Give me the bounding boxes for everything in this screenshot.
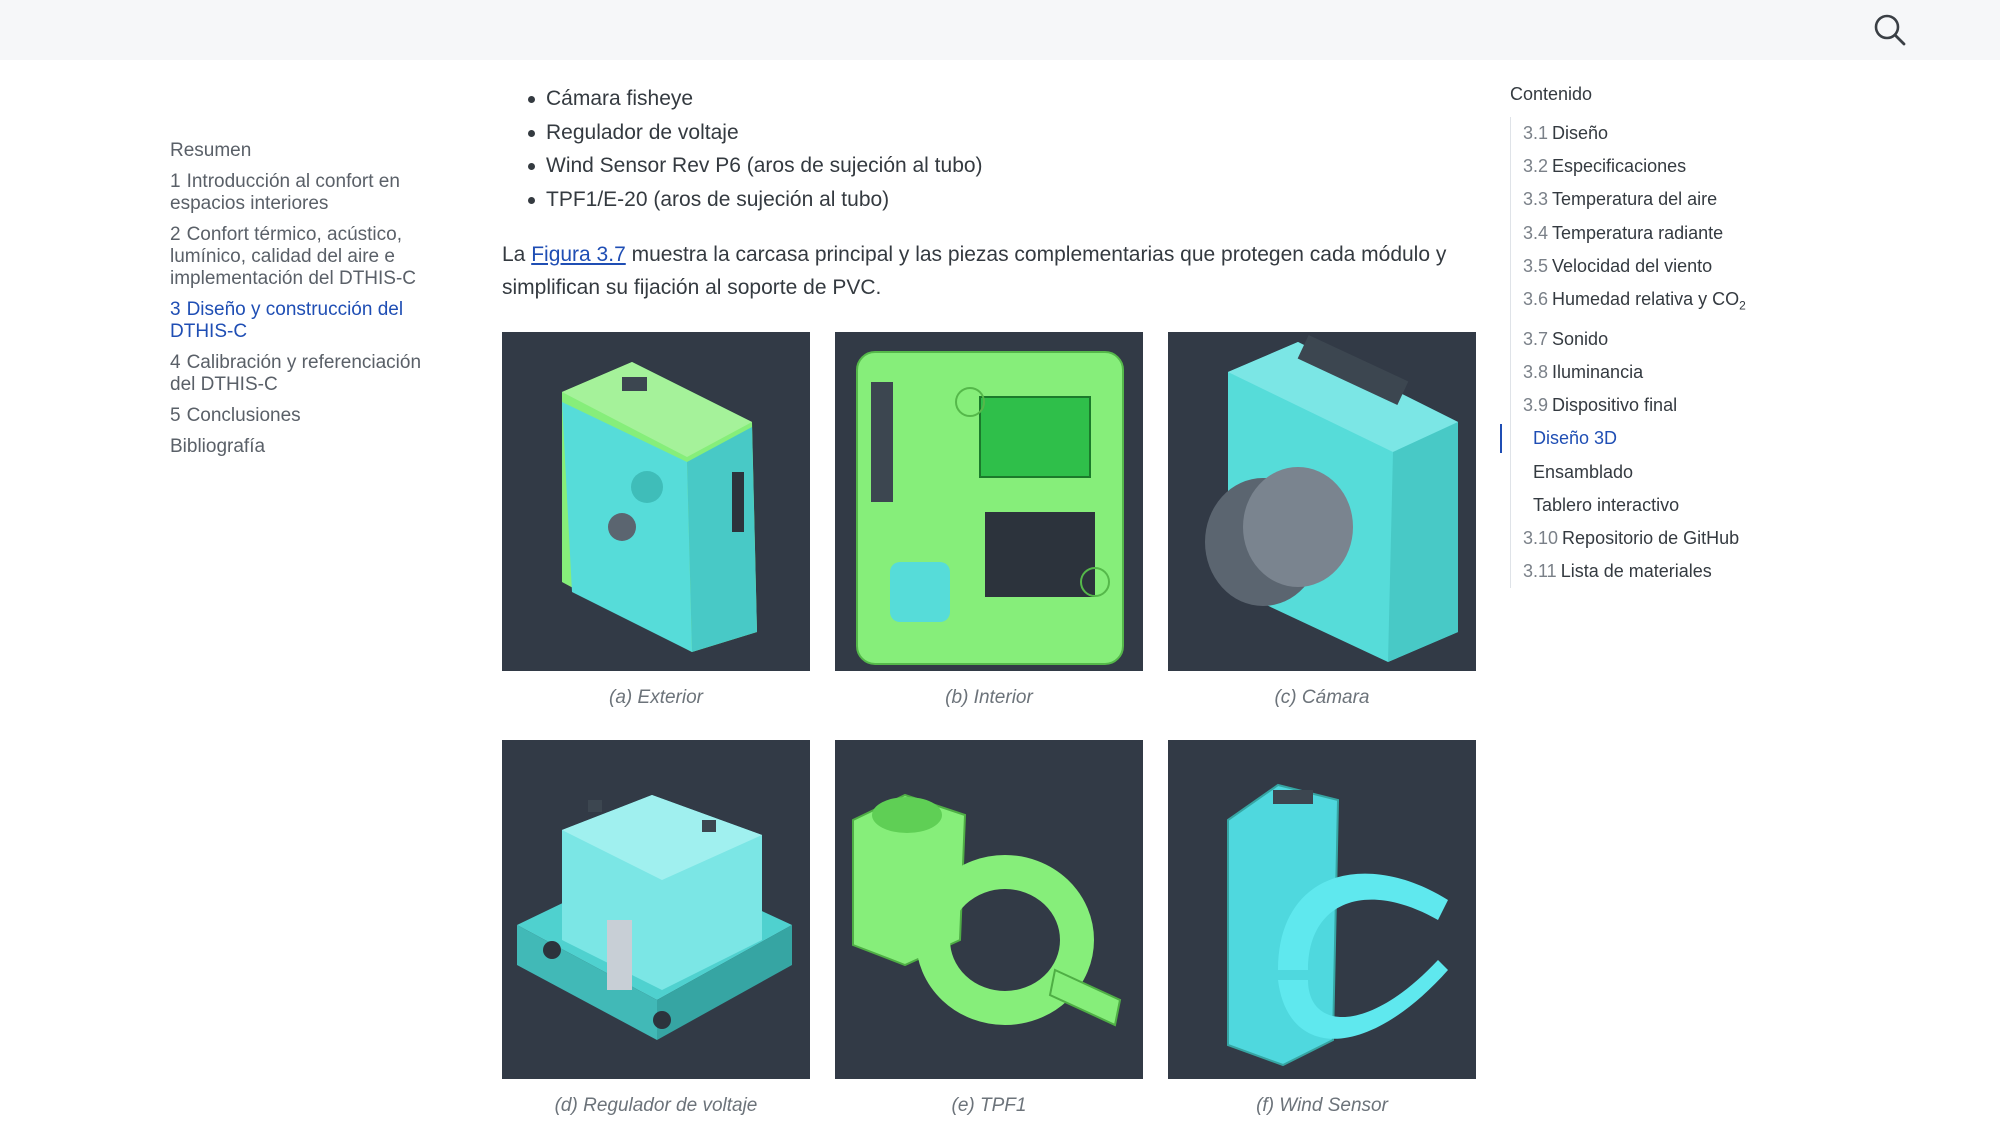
figure-description: La Figura 3.7 muestra la carcasa princip… — [502, 243, 1447, 299]
figure-caption: (d) Regulador de voltaje — [554, 1095, 758, 1116]
figure-exterior: (a) Exterior — [502, 332, 810, 709]
toc-item-dispositivo-final[interactable]: 3.9 Dispositivo final — [1523, 389, 1810, 422]
table-of-contents: Contenido 3.1 Diseño 3.2 Especificaciones … — [1500, 84, 1810, 589]
figure-caption: (f) Wind Sensor — [1256, 1095, 1388, 1116]
toc-item-repositorio-github[interactable]: 3.10 Repositorio de GitHub — [1523, 522, 1810, 555]
component-list: Cámara fisheye Regulador de voltaje Wind… — [528, 82, 1478, 217]
figure-interior: (b) Interior — [835, 332, 1143, 709]
figure-regulador: (d) Regulador de voltaje — [502, 740, 810, 1117]
search-icon[interactable] — [1872, 12, 1908, 48]
top-navbar — [0, 0, 2000, 60]
toc-item-diseno-3d[interactable]: Diseño 3D — [1500, 422, 1810, 455]
toc-item-temperatura-radiante[interactable]: 3.4 Temperatura radiante — [1523, 217, 1810, 250]
toc-item-especificaciones[interactable]: 3.2 Especificaciones — [1523, 150, 1810, 183]
toc-item-iluminancia[interactable]: 3.8 Iluminancia — [1523, 356, 1810, 389]
toc-item-lista-materiales[interactable]: 3.11 Lista de materiales — [1523, 555, 1810, 588]
list-item: Regulador de voltaje — [528, 116, 1478, 150]
toc-item-humedad-co2[interactable]: 3.6 Humedad relativa y CO2 — [1523, 283, 1810, 323]
exterior-render[interactable] — [502, 332, 810, 671]
sidebar-item-introduccion[interactable]: 1 Introducción al confort en espacios int… — [170, 171, 440, 215]
toc-item-ensamblado[interactable]: Ensamblado — [1523, 456, 1810, 489]
tpf1-render[interactable] — [835, 740, 1143, 1079]
sidebar-item-conclusiones[interactable]: 5 Conclusiones — [170, 405, 440, 427]
list-item: Cámara fisheye — [528, 82, 1478, 116]
wind-sensor-render[interactable] — [1168, 740, 1476, 1079]
figure-caption: (b) Interior — [945, 687, 1033, 708]
list-item: TPF1/E-20 (aros de sujeción al tubo) — [528, 183, 1478, 217]
sidebar-item-diseno[interactable]: 3 Diseño y construcción del DTHIS-C — [170, 299, 440, 343]
figure-caption: (e) TPF1 — [951, 1095, 1027, 1116]
toc-item-tablero-interactivo[interactable]: Tablero interactivo — [1523, 489, 1810, 522]
toc-title: Contenido — [1510, 84, 1593, 104]
figure-tpf1: (e) TPF1 — [835, 740, 1143, 1117]
toc-item-velocidad-viento[interactable]: 3.5 Velocidad del viento — [1523, 250, 1810, 283]
camara-render[interactable] — [1168, 332, 1476, 671]
toc-item-sonido[interactable]: 3.7 Sonido — [1523, 323, 1810, 356]
figure-wind-sensor: (f) Wind Sensor — [1168, 740, 1476, 1117]
figure-caption: (c) Cámara — [1274, 687, 1370, 708]
toc-item-temperatura-aire[interactable]: 3.3 Temperatura del aire — [1523, 183, 1810, 216]
figure-link[interactable]: Figura 3.7 — [531, 243, 626, 266]
toc-list: 3.1 Diseño 3.2 Especificaciones 3.3 Tempera… — [1500, 117, 1810, 589]
regulador-render[interactable] — [502, 740, 810, 1079]
toc-item-diseno[interactable]: 3.1 Diseño — [1523, 117, 1810, 150]
sidebar-item-confort[interactable]: 2 Confort térmico, acústico, lumínico, ca… — [170, 224, 440, 290]
interior-render[interactable] — [835, 332, 1143, 671]
sidebar-item-calibracion[interactable]: 4 Calibración y referenciación del DTHIS-… — [170, 352, 440, 396]
figure-camara: (c) Cámara — [1168, 332, 1476, 709]
chapter-sidebar: Resumen 1 Introducción al confort en espa… — [170, 140, 440, 467]
sidebar-item-bibliografia[interactable]: Bibliografía — [170, 436, 440, 458]
main-content: Cámara fisheye Regulador de voltaje Wind… — [502, 82, 1478, 1116]
sidebar-item-resumen[interactable]: Resumen — [170, 140, 440, 162]
figure-caption: (a) Exterior — [609, 687, 703, 708]
list-item: Wind Sensor Rev P6 (aros de sujeción al … — [528, 149, 1478, 183]
